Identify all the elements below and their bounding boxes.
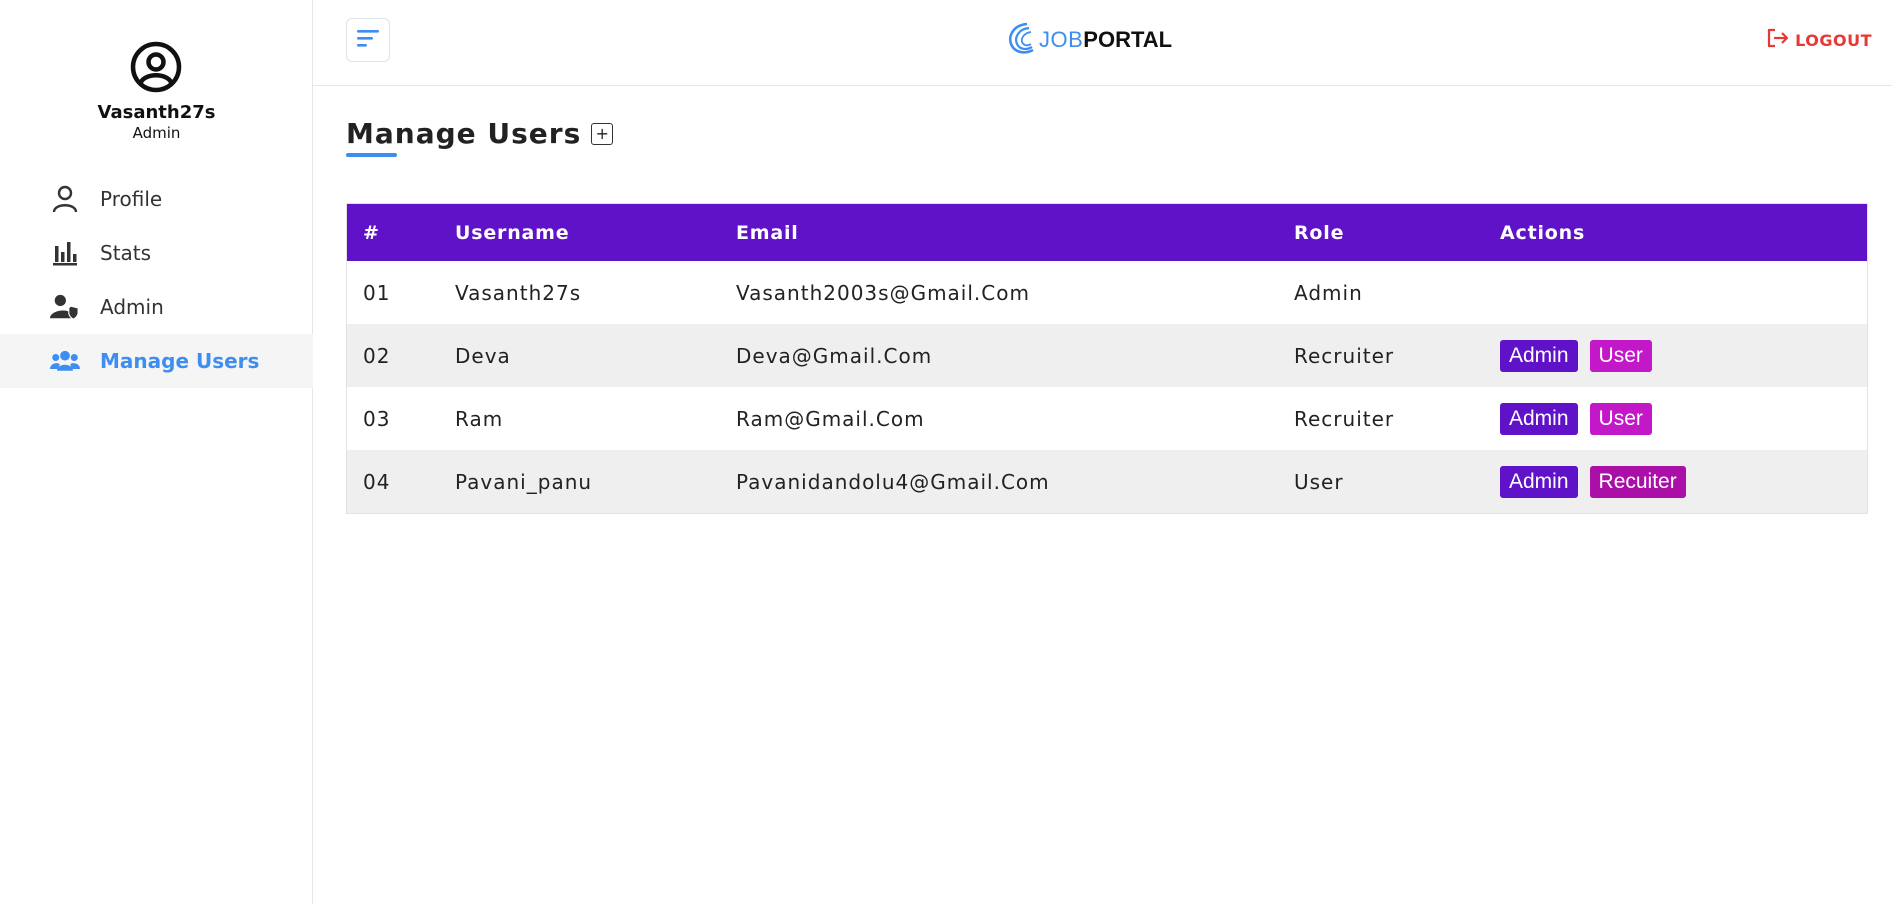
logout-button[interactable]: LOGOUT bbox=[1767, 28, 1872, 52]
logout-label: LOGOUT bbox=[1795, 30, 1872, 50]
users-icon bbox=[50, 346, 80, 376]
user-icon bbox=[50, 184, 80, 214]
jobportal-logo[interactable]: JOB PORTAL bbox=[1005, 22, 1172, 58]
menu-lines-icon bbox=[356, 28, 380, 52]
user-shield-icon bbox=[50, 292, 80, 322]
cell-number: 03 bbox=[363, 406, 391, 431]
table-header-row: # Username Email Role Actions bbox=[347, 204, 1867, 261]
cell-number: 01 bbox=[363, 280, 391, 305]
cell-username: Pavani_panu bbox=[455, 469, 593, 494]
table-row: 04 Pavani_panu Pavanidandolu4@Gmail.Com … bbox=[347, 450, 1867, 513]
cell-username: Vasanth27s bbox=[455, 280, 582, 305]
sidebar-item-admin[interactable]: Admin bbox=[0, 280, 313, 334]
page-title-row: Manage Users + bbox=[346, 117, 614, 150]
cell-email: Ram@Gmail.Com bbox=[736, 406, 925, 431]
cell-email: Deva@Gmail.Com bbox=[736, 343, 933, 368]
cell-username: Deva bbox=[455, 343, 511, 368]
sidebar-item-label: Stats bbox=[100, 241, 152, 265]
cell-role: Recruiter bbox=[1294, 343, 1395, 368]
logo-swoosh-icon bbox=[1005, 21, 1039, 59]
menu-toggle-button[interactable] bbox=[346, 18, 390, 62]
sidebar-item-stats[interactable]: Stats bbox=[0, 226, 313, 280]
users-table: # Username Email Role Actions 01 Vasanth… bbox=[347, 204, 1867, 513]
cell-role: Admin bbox=[1294, 280, 1363, 305]
column-header-email: Email bbox=[736, 221, 799, 244]
bar-chart-icon bbox=[50, 238, 80, 268]
sidebar-username: Vasanth27s bbox=[97, 102, 216, 123]
logout-icon bbox=[1767, 28, 1789, 52]
sidebar-user-role: Admin bbox=[132, 124, 181, 142]
cell-role: Recruiter bbox=[1294, 406, 1395, 431]
title-underline bbox=[346, 153, 397, 157]
make-admin-button[interactable]: Admin bbox=[1500, 339, 1578, 372]
sidebar: Vasanth27s Admin Profile Stats Admin Man… bbox=[0, 0, 313, 904]
page-title: Manage Users bbox=[346, 117, 582, 150]
sidebar-item-label: Admin bbox=[100, 295, 164, 319]
table-row: 01 Vasanth27s Vasanth2003s@Gmail.Com Adm… bbox=[347, 261, 1867, 324]
table-row: 02 Deva Deva@Gmail.Com Recruiter Admin Us… bbox=[347, 324, 1867, 387]
cell-role: User bbox=[1294, 469, 1344, 494]
logo-text-portal: PORTAL bbox=[1083, 27, 1173, 52]
make-user-button[interactable]: User bbox=[1589, 402, 1652, 435]
cell-actions: Admin User bbox=[1500, 387, 1867, 450]
sidebar-item-profile[interactable]: Profile bbox=[0, 172, 313, 226]
cell-actions: Admin User bbox=[1500, 324, 1867, 387]
cell-email: Pavanidandolu4@Gmail.Com bbox=[736, 469, 1050, 494]
make-admin-button[interactable]: Admin bbox=[1500, 402, 1578, 435]
cell-actions: Admin Recuiter bbox=[1500, 450, 1867, 513]
cell-username: Ram bbox=[455, 406, 504, 431]
table-row: 03 Ram Ram@Gmail.Com Recruiter Admin User bbox=[347, 387, 1867, 450]
cell-email: Vasanth2003s@Gmail.Com bbox=[736, 280, 1030, 305]
cell-actions bbox=[1500, 261, 1867, 324]
column-header-number: # bbox=[363, 221, 380, 244]
make-admin-button[interactable]: Admin bbox=[1500, 465, 1578, 498]
top-header: JOB PORTAL LOGOUT bbox=[313, 0, 1892, 86]
users-table-container: # Username Email Role Actions 01 Vasanth… bbox=[346, 203, 1868, 514]
make-user-button[interactable]: User bbox=[1589, 339, 1652, 372]
column-header-actions: Actions bbox=[1500, 221, 1586, 244]
sidebar-item-label: Manage Users bbox=[100, 349, 260, 373]
sidebar-item-manage-users[interactable]: Manage Users bbox=[0, 334, 313, 388]
sidebar-nav: Profile Stats Admin Manage Users bbox=[0, 172, 313, 388]
make-recruiter-button[interactable]: Recuiter bbox=[1589, 465, 1686, 498]
cell-number: 04 bbox=[363, 469, 391, 494]
add-user-icon[interactable]: + bbox=[591, 122, 614, 145]
column-header-role: Role bbox=[1294, 221, 1345, 244]
user-circle-icon[interactable] bbox=[130, 41, 182, 93]
logo-text-job: JOB bbox=[1039, 27, 1084, 52]
sidebar-item-label: Profile bbox=[100, 187, 163, 211]
cell-number: 02 bbox=[363, 343, 391, 368]
column-header-username: Username bbox=[455, 221, 570, 244]
